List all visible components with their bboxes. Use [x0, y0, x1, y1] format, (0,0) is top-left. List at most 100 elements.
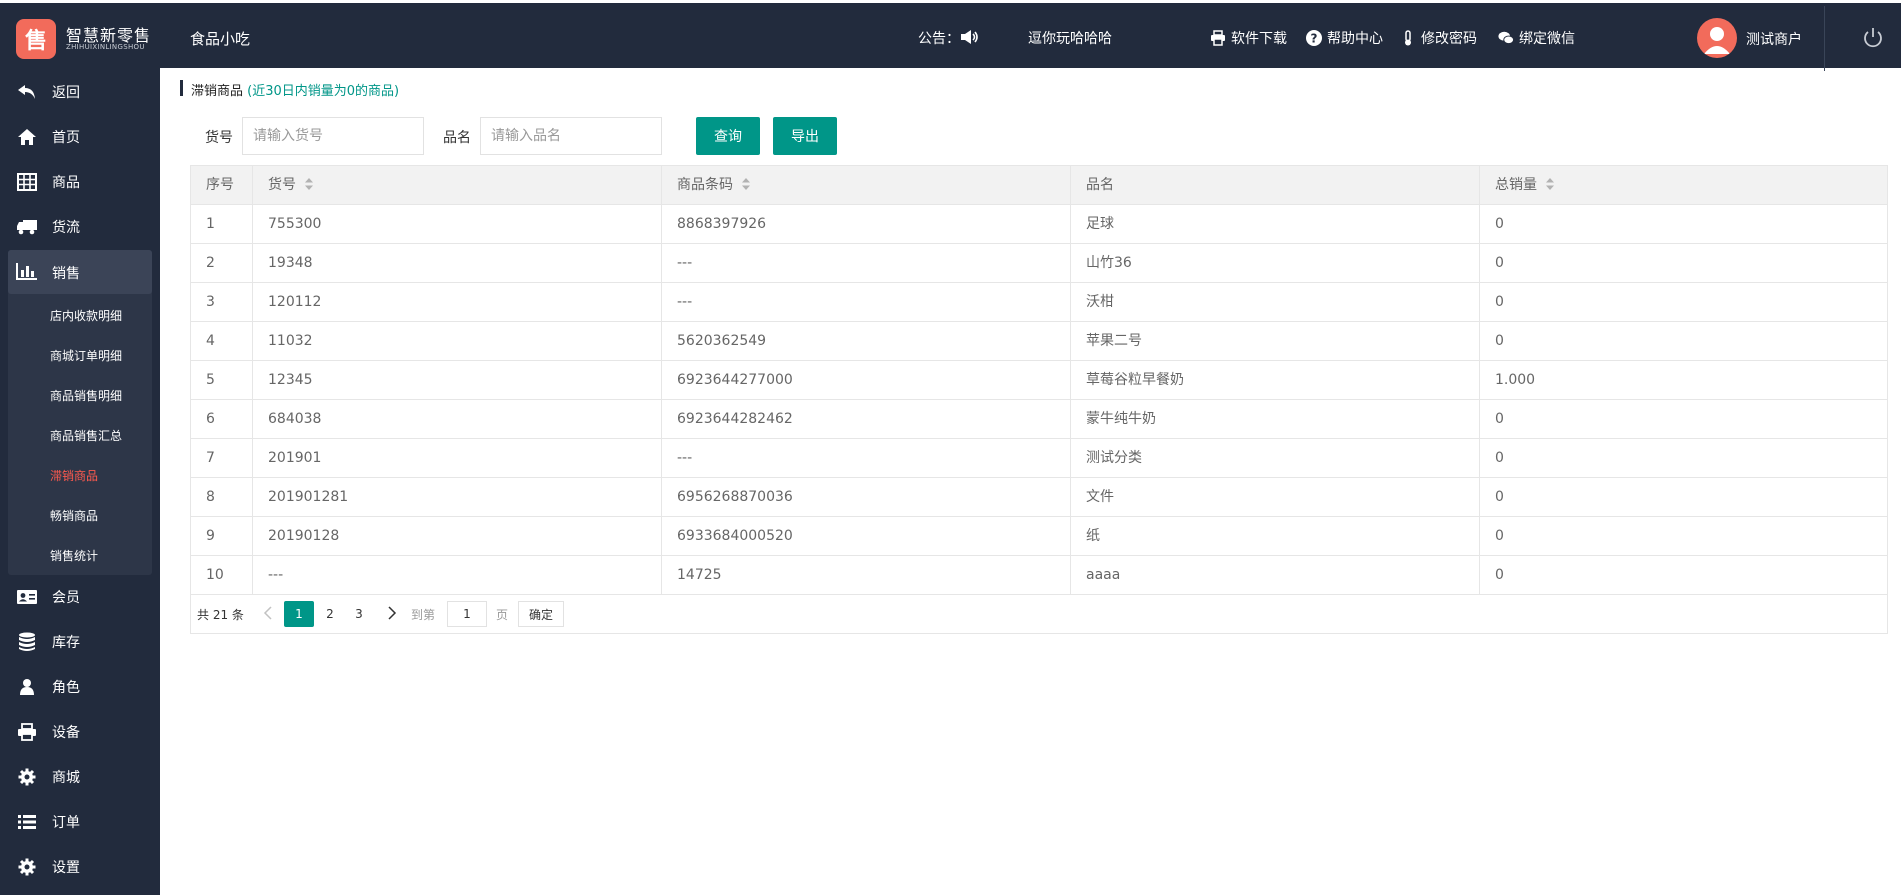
- column-header-total-sales[interactable]: 总销量: [1480, 166, 1887, 205]
- pagination-goto-input[interactable]: [447, 601, 487, 627]
- cell-index: 1: [191, 205, 253, 244]
- query-button[interactable]: 查询: [696, 117, 760, 155]
- chevron-left-icon[interactable]: [261, 605, 275, 621]
- table-row[interactable]: 8 201901281 6956268870036 文件 0: [191, 478, 1887, 517]
- pagination-confirm-button[interactable]: 确定: [518, 601, 564, 627]
- cell-name: 文件: [1071, 478, 1480, 517]
- sidebar-sub-best-selling[interactable]: 畅销商品: [50, 507, 98, 524]
- sidebar-item-devices[interactable]: 设备: [0, 710, 160, 754]
- cell-total-sales: 1.000: [1495, 372, 1536, 388]
- cell-code: 11032: [253, 322, 662, 361]
- change-password-link[interactable]: 修改密码: [1400, 28, 1477, 48]
- cell-code: 201901281: [253, 478, 662, 517]
- sidebar-item-label: 订单: [52, 815, 80, 831]
- chevron-right-icon[interactable]: [385, 605, 399, 621]
- sidebar-item-inventory[interactable]: 库存: [0, 620, 160, 664]
- sidebar-item-label: 销售: [52, 266, 80, 282]
- cell-total-sales: 0: [1495, 450, 1504, 466]
- pagination-page-1[interactable]: 1: [284, 601, 314, 627]
- table-row[interactable]: 9 20190128 6933684000520 纸 0: [191, 517, 1887, 556]
- sort-icon[interactable]: [304, 177, 314, 191]
- question-icon: ?: [1306, 30, 1322, 46]
- sidebar-item-orders[interactable]: 订单: [0, 800, 160, 844]
- sidebar-item-goods[interactable]: 商品: [0, 160, 160, 204]
- cell-barcode: 6923644282462: [662, 400, 1071, 439]
- cell-barcode: 6956268870036: [662, 478, 1071, 517]
- change-password-label: 修改密码: [1421, 31, 1477, 47]
- cell-barcode: ---: [662, 283, 1071, 322]
- cell-total-sales: 0: [1495, 528, 1504, 544]
- code-search-input[interactable]: [242, 117, 424, 155]
- column-header-code-label: 货号: [268, 177, 296, 193]
- code-filter-label: 货号: [205, 130, 233, 146]
- pagination-goto-label: 到第: [411, 608, 436, 622]
- table-row[interactable]: 7 201901 --- 测试分类 0: [191, 439, 1887, 478]
- cell-name: 足球: [1071, 205, 1480, 244]
- sidebar-item-sales[interactable]: 销售: [8, 250, 152, 294]
- column-header-barcode[interactable]: 商品条码: [662, 166, 1071, 205]
- table-row[interactable]: 10 --- 14725 aaaa 0: [191, 556, 1887, 595]
- brand-logo[interactable]: 售: [16, 19, 56, 59]
- pagination-total: 共 21 条: [197, 608, 244, 622]
- sidebar-item-roles[interactable]: 角色: [0, 665, 160, 709]
- table-row[interactable]: 4 11032 5620362549 苹果二号 0: [191, 322, 1887, 361]
- sidebar-sub-store-receipts[interactable]: 店内收款明细: [50, 307, 122, 324]
- sidebar-item-settings[interactable]: 设置: [0, 845, 160, 889]
- sidebar-sub-goods-sales-detail[interactable]: 商品销售明细: [50, 387, 122, 404]
- cell-name: 山竹36: [1071, 244, 1480, 283]
- sidebar-sub-goods-sales-summary[interactable]: 商品销售汇总: [50, 427, 122, 444]
- home-icon: [16, 127, 38, 147]
- sort-icon[interactable]: [741, 177, 751, 191]
- sidebar-sub-mall-orders[interactable]: 商城订单明细: [50, 347, 122, 364]
- bind-wechat-link[interactable]: 绑定微信: [1498, 28, 1575, 48]
- column-header-barcode-label: 商品条码: [677, 177, 733, 193]
- pagination-page-2[interactable]: 2: [315, 601, 345, 627]
- cell-index: 6: [191, 400, 253, 439]
- table-row[interactable]: 2 19348 --- 山竹36 0: [191, 244, 1887, 283]
- cell-code: 755300: [253, 205, 662, 244]
- cell-index: 9: [191, 517, 253, 556]
- pagination-page-3[interactable]: 3: [344, 601, 374, 627]
- user-icon: [16, 677, 38, 697]
- column-header-code[interactable]: 货号: [253, 166, 662, 205]
- sidebar-item-label: 角色: [52, 680, 80, 696]
- user-name[interactable]: 测试商户: [1746, 29, 1802, 49]
- cell-total-sales: 0: [1495, 333, 1504, 349]
- cell-total-sales: 0: [1495, 489, 1504, 505]
- cell-index: 10: [191, 556, 253, 595]
- sidebar-item-home[interactable]: 首页: [0, 115, 160, 159]
- sidebar-item-label: 商品: [52, 175, 80, 191]
- cell-barcode: ---: [662, 439, 1071, 478]
- name-search-input[interactable]: [480, 117, 662, 155]
- id-card-icon: [16, 587, 38, 607]
- cell-total-sales: 0: [1495, 294, 1504, 310]
- cell-total-sales: 0: [1495, 255, 1504, 271]
- cell-barcode: 8868397926: [662, 205, 1071, 244]
- export-button[interactable]: 导出: [773, 117, 837, 155]
- table-row[interactable]: 6 684038 6923644282462 蒙牛纯牛奶 0: [191, 400, 1887, 439]
- sidebar-item-mall[interactable]: 商城: [0, 755, 160, 799]
- notice-text[interactable]: 逗你玩哈哈哈: [1028, 28, 1112, 48]
- gear-icon: [16, 857, 38, 877]
- bind-wechat-label: 绑定微信: [1519, 31, 1575, 47]
- sidebar-item-label: 库存: [52, 635, 80, 651]
- cell-name: 草莓谷粒早餐奶: [1071, 361, 1480, 400]
- sidebar-item-logistics[interactable]: 货流: [0, 205, 160, 249]
- cell-index: 5: [191, 361, 253, 400]
- sort-icon[interactable]: [1545, 177, 1555, 191]
- table-row[interactable]: 5 12345 6923644277000 草莓谷粒早餐奶 1.000: [191, 361, 1887, 400]
- header-divider: [1824, 6, 1825, 71]
- truck-icon: [16, 217, 38, 237]
- software-download-link[interactable]: 软件下载: [1210, 28, 1287, 48]
- table-row[interactable]: 3 120112 --- 沃柑 0: [191, 283, 1887, 322]
- table-row[interactable]: 1 755300 8868397926 足球 0: [191, 205, 1887, 244]
- sidebar-sub-slow-moving[interactable]: 滞销商品: [50, 467, 98, 484]
- avatar[interactable]: [1697, 18, 1737, 58]
- power-icon[interactable]: [1862, 27, 1884, 49]
- back-arrow-icon: [16, 82, 38, 102]
- sidebar-item-back[interactable]: 返回: [0, 70, 160, 114]
- sidebar-sub-sales-stats[interactable]: 销售统计: [50, 547, 98, 564]
- sidebar-item-members[interactable]: 会员: [0, 575, 160, 619]
- help-center-link[interactable]: ? 帮助中心: [1306, 28, 1383, 48]
- sales-submenu-group: 销售 店内收款明细 商城订单明细 商品销售明细 商品销售汇总 滞销商品 畅销商品…: [8, 250, 152, 575]
